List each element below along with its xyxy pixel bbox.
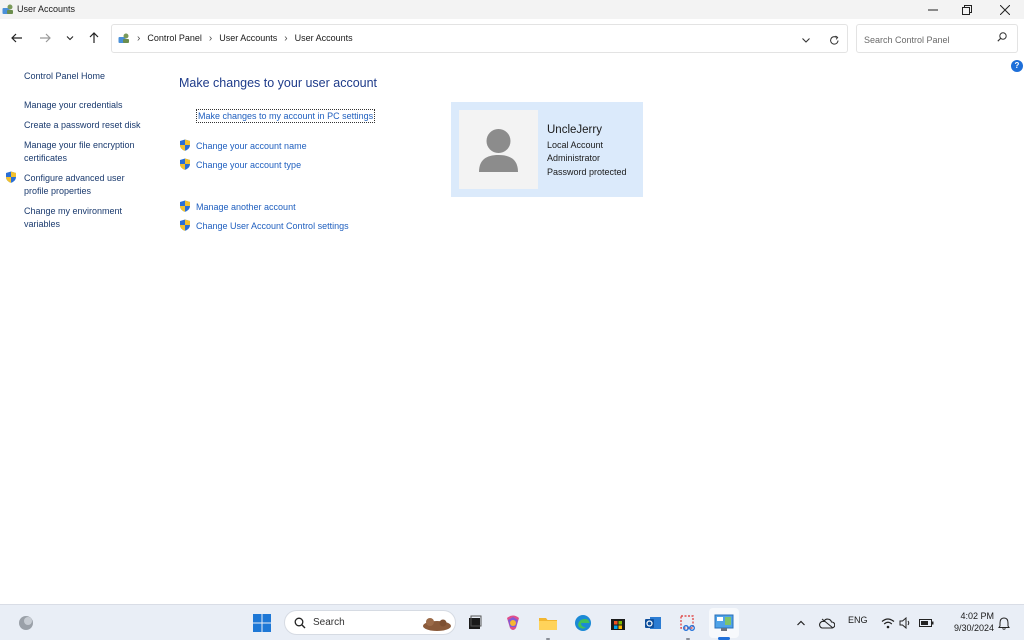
search-button[interactable] xyxy=(997,32,1007,44)
onedrive-button[interactable] xyxy=(816,612,838,634)
manage-another-account-link[interactable]: Manage another account xyxy=(196,202,296,212)
notification-bell-icon xyxy=(998,616,1010,630)
nav-file-encryption-certificates[interactable]: Manage your file encryption certificates xyxy=(24,139,148,165)
password-status: Password protected xyxy=(547,167,627,177)
speaker-icon xyxy=(899,617,910,629)
breadcrumb-separator-icon: › xyxy=(137,32,141,44)
account-location: Local Account xyxy=(547,140,604,150)
file-explorer-button[interactable] xyxy=(537,612,559,634)
breadcrumb-user-accounts[interactable]: User Accounts xyxy=(219,33,277,43)
nav-control-panel-home[interactable]: Control Panel Home xyxy=(24,70,154,83)
system-clock[interactable]: 4:02 PM 9/30/2024 xyxy=(944,610,994,634)
refresh-button[interactable] xyxy=(826,32,842,48)
outlook-button[interactable] xyxy=(642,612,664,634)
control-panel-taskbar-button[interactable] xyxy=(713,612,735,634)
uac-shield-icon xyxy=(180,200,190,212)
user-account-tile: UncleJerry Local Account Administrator P… xyxy=(451,102,643,197)
cloud-icon xyxy=(819,618,835,629)
user-avatar-icon xyxy=(479,129,518,172)
restore-icon xyxy=(962,4,972,15)
control-panel-icon xyxy=(118,33,129,43)
nav-environment-variables[interactable]: Change my environment variables xyxy=(24,205,140,231)
wifi-icon xyxy=(881,618,895,629)
taskbar-search-label: Search xyxy=(313,617,345,628)
input-language[interactable]: ENG xyxy=(848,615,868,625)
task-view-icon xyxy=(469,615,482,629)
minimize-button[interactable] xyxy=(916,0,950,19)
store-icon xyxy=(611,619,625,630)
close-button[interactable] xyxy=(988,0,1022,19)
control-panel-icon xyxy=(714,614,734,631)
nav-advanced-user-profile[interactable]: Configure advanced user profile properti… xyxy=(24,172,140,198)
edge-browser-icon xyxy=(575,615,591,631)
microsoft-store-button[interactable] xyxy=(607,612,629,634)
task-view-button[interactable] xyxy=(464,612,486,634)
arrow-right-icon xyxy=(40,33,51,43)
volume-button[interactable] xyxy=(894,612,916,634)
uac-shield-icon xyxy=(180,139,190,151)
battery-button[interactable] xyxy=(916,612,938,634)
start-button[interactable] xyxy=(251,612,273,634)
taskbar-search[interactable]: Search xyxy=(284,610,456,635)
close-icon xyxy=(1000,4,1010,15)
copilot-icon xyxy=(507,615,519,630)
windows-start-icon xyxy=(253,614,271,632)
window-title: User Accounts xyxy=(17,4,76,14)
forward-button[interactable] xyxy=(36,29,54,47)
pc-settings-link[interactable]: Make changes to my account in PC setting… xyxy=(196,109,376,123)
chevron-down-icon xyxy=(66,36,74,41)
copilot-button[interactable] xyxy=(502,612,524,634)
chevron-up-icon xyxy=(797,620,805,626)
address-bar[interactable]: › Control Panel › User Accounts › User A… xyxy=(111,24,848,53)
snipping-tool-icon xyxy=(680,615,695,631)
clock-date: 9/30/2024 xyxy=(953,623,994,633)
breadcrumb-user-accounts-current[interactable]: User Accounts xyxy=(295,33,353,43)
breadcrumb-separator-icon: › xyxy=(284,32,288,44)
page-title: Make changes to your user account xyxy=(179,76,378,90)
search-icon xyxy=(997,32,1007,42)
folder-icon xyxy=(539,618,557,630)
uac-shield-icon xyxy=(180,158,190,170)
user-accounts-app-icon xyxy=(2,4,13,14)
arrow-up-icon xyxy=(89,32,99,43)
recent-locations-button[interactable] xyxy=(61,29,79,47)
search-icon xyxy=(294,617,306,629)
chevron-down-icon xyxy=(802,38,810,43)
breadcrumb-control-panel[interactable]: Control Panel xyxy=(147,33,202,43)
back-button[interactable] xyxy=(8,29,26,47)
edge-button[interactable] xyxy=(572,612,594,634)
account-type: Administrator xyxy=(547,153,601,163)
arrow-left-icon xyxy=(11,33,22,43)
search-input[interactable] xyxy=(862,31,998,48)
uac-shield-icon xyxy=(180,219,190,231)
change-account-name-link[interactable]: Change your account name xyxy=(196,141,307,151)
snipping-tool-button[interactable] xyxy=(677,612,699,634)
weather-widget-button[interactable] xyxy=(15,612,37,634)
avatar xyxy=(459,110,538,189)
user-name: UncleJerry xyxy=(547,124,602,136)
notifications-button[interactable] xyxy=(994,612,1014,634)
nav-password-reset-disk[interactable]: Create a password reset disk xyxy=(24,119,154,132)
nav-manage-credentials[interactable]: Manage your credentials xyxy=(24,99,154,112)
help-icon[interactable]: ? xyxy=(1011,60,1023,72)
change-account-type-link[interactable]: Change your account type xyxy=(196,160,301,170)
outlook-icon xyxy=(645,617,661,629)
up-button[interactable] xyxy=(85,29,103,47)
battery-icon xyxy=(919,619,934,627)
search-highlight-icon xyxy=(423,618,451,631)
show-hidden-icons-button[interactable] xyxy=(790,612,812,634)
restore-button[interactable] xyxy=(950,0,984,19)
weather-icon xyxy=(19,616,33,630)
taskbar: Search ENG 4:02 PM 9/30/2024 xyxy=(0,604,1024,640)
breadcrumb-separator-icon: › xyxy=(208,32,213,44)
refresh-icon xyxy=(829,35,838,45)
address-dropdown-button[interactable] xyxy=(798,32,814,48)
title-bar: User Accounts xyxy=(0,0,1024,19)
uac-settings-link[interactable]: Change User Account Control settings xyxy=(196,221,349,231)
clock-time: 4:02 PM xyxy=(960,611,994,621)
minimize-icon xyxy=(928,9,938,10)
uac-shield-icon xyxy=(6,171,16,183)
search-box[interactable] xyxy=(856,24,1018,53)
